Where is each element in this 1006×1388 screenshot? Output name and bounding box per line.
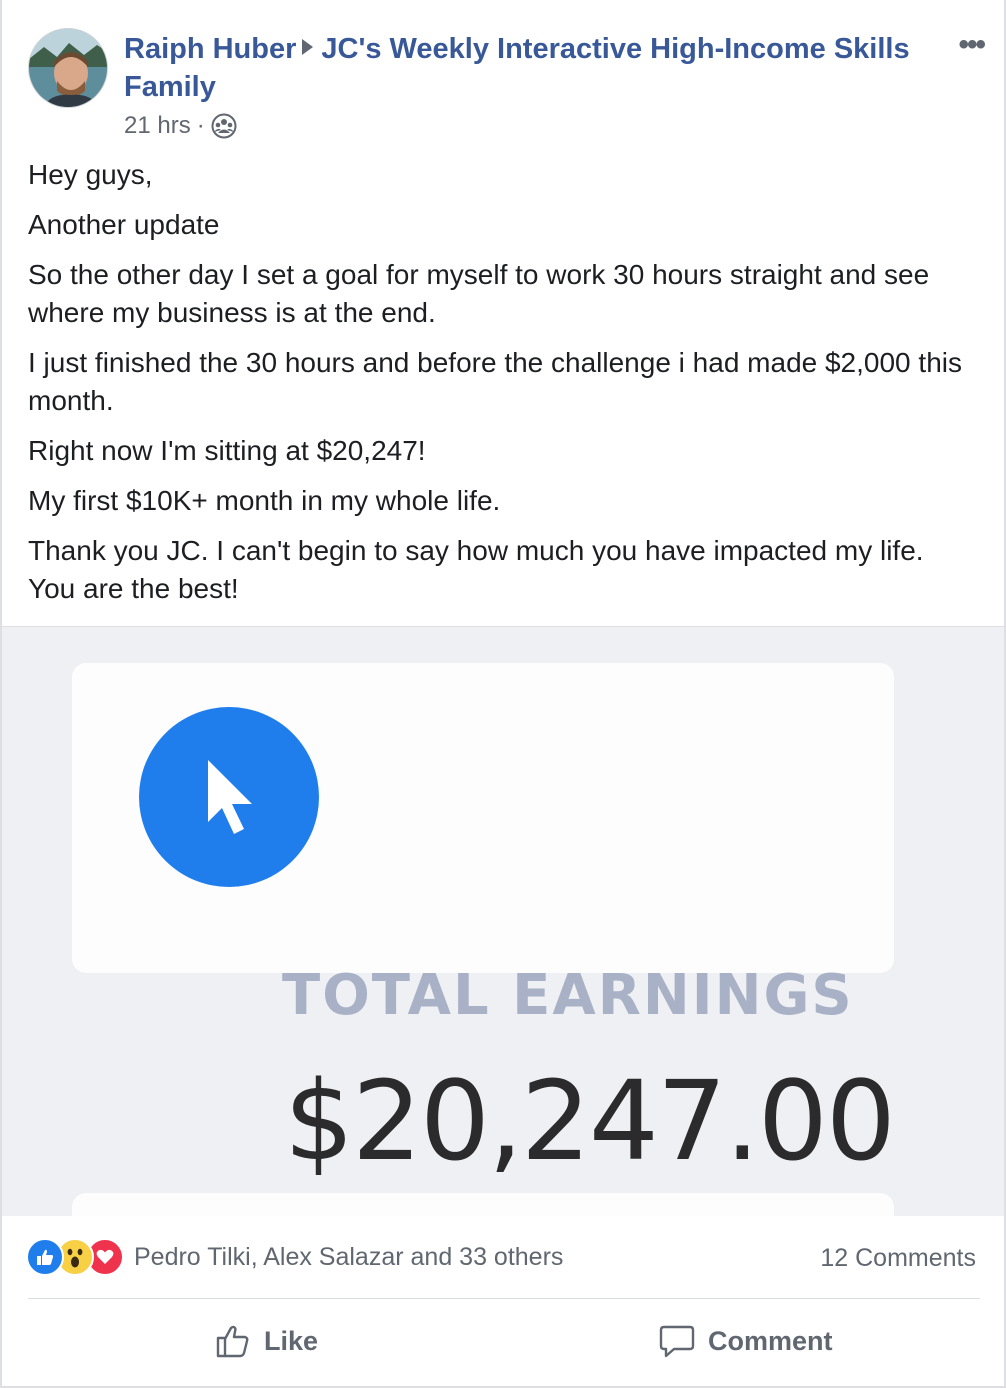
post-header-title: Raiph Huber JC's Weekly Interactive High-… (124, 30, 924, 106)
comment-button[interactable]: Comment (658, 1316, 833, 1366)
actions-divider (28, 1298, 980, 1299)
post-paragraph: I just finished the 30 hours and before … (28, 347, 962, 416)
post-paragraph: Right now I'm sitting at $20,247! (28, 435, 426, 466)
comments-count[interactable]: 12 Comments (820, 1244, 976, 1273)
total-earnings-value: $20,247.00 (284, 1057, 896, 1185)
avatar-image (29, 29, 107, 107)
arrow-right-icon (302, 39, 314, 55)
like-label: Like (264, 1325, 319, 1356)
author-avatar[interactable] (28, 28, 108, 108)
like-button[interactable]: Like (214, 1316, 318, 1366)
post-meta: 21 hrs · (124, 112, 237, 140)
post-timestamp[interactable]: 21 hrs (124, 112, 191, 140)
post-paragraph: Another update (28, 209, 220, 240)
post-image[interactable]: TOTAL EARNINGS $20,247.00 (2, 626, 1004, 1216)
more-options-button[interactable]: ••• (958, 28, 985, 62)
group-audience-icon (211, 113, 237, 139)
reactions-summary[interactable]: Pedro Tilki, Alex Salazar and 33 others (26, 1238, 563, 1276)
total-earnings-label: TOTAL EARNINGS (282, 963, 854, 1028)
post-paragraph: My first $10K+ month in my whole life. (28, 485, 501, 516)
post-paragraph: Thank you JC. I can't begin to say how m… (28, 535, 924, 604)
post-card: Raiph Huber JC's Weekly Interactive High-… (0, 0, 1006, 1388)
post-paragraph: Hey guys, (28, 159, 153, 190)
speech-bubble-icon (659, 1325, 695, 1358)
meta-separator: · (196, 112, 205, 139)
thumbs-up-icon (216, 1325, 249, 1358)
earnings-card-lower (72, 1193, 894, 1216)
post-paragraph: So the other day I set a goal for myself… (28, 259, 930, 328)
like-icon (26, 1238, 64, 1276)
post-body: Hey guys, Another update So the other da… (28, 156, 978, 620)
cursor-icon (139, 707, 319, 887)
reaction-names[interactable]: Pedro Tilki, Alex Salazar and 33 others (134, 1243, 563, 1272)
author-name[interactable]: Raiph Huber (124, 33, 296, 65)
comment-label: Comment (708, 1325, 833, 1356)
